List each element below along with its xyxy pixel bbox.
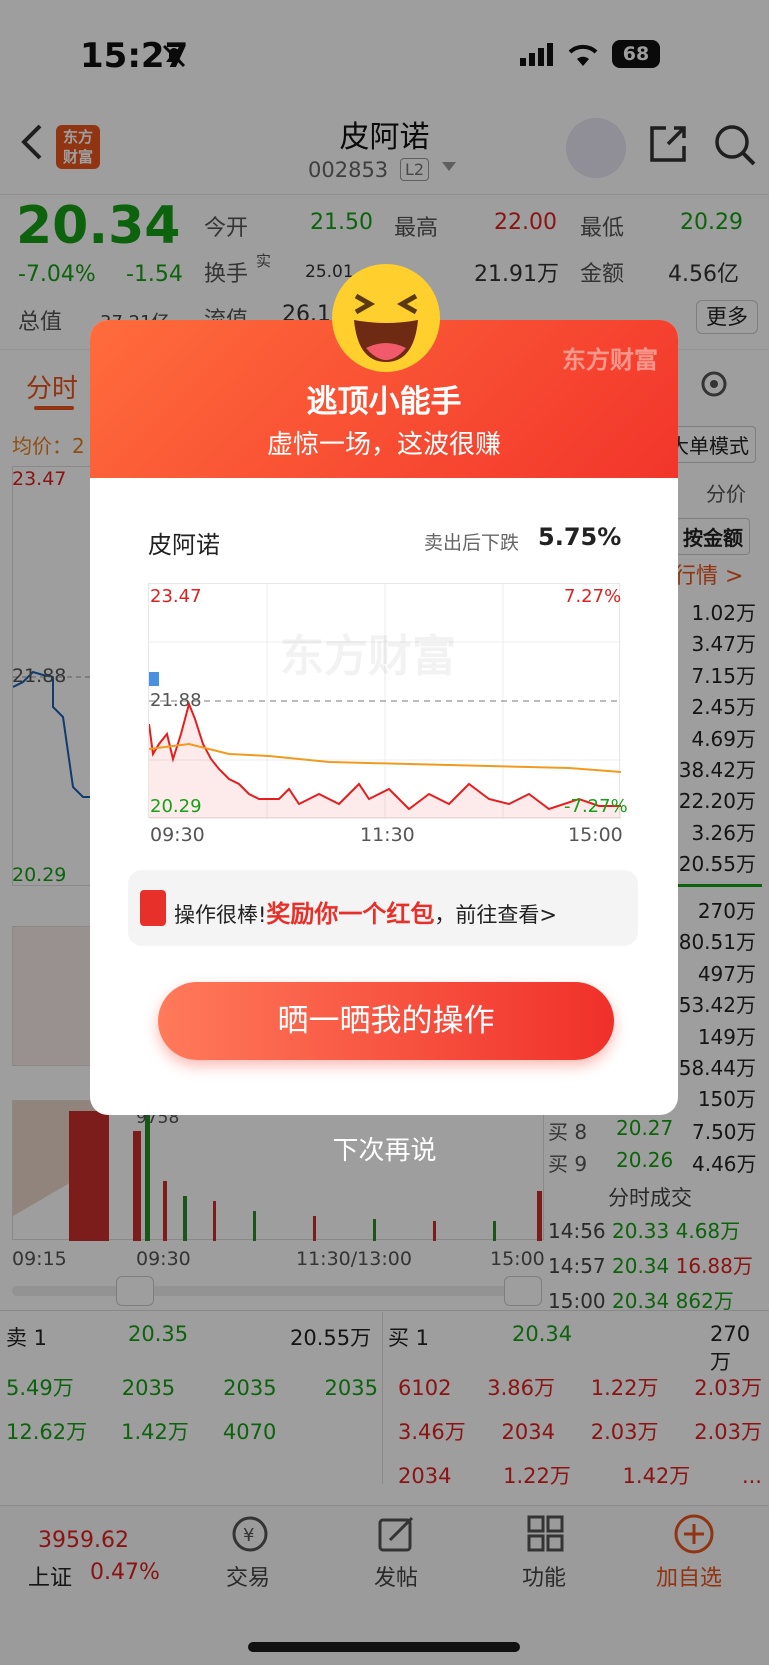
mini-top-left: 23.47 bbox=[150, 586, 202, 607]
mini-x-1130: 11:30 bbox=[360, 824, 415, 846]
laughing-emoji-icon bbox=[332, 264, 440, 372]
mini-top-right: 7.27% bbox=[564, 586, 622, 607]
reward-banner[interactable]: 操作很棒!奖励你一个红包，前往查看> bbox=[128, 870, 638, 946]
red-envelope-icon bbox=[140, 890, 166, 926]
drop-label: 卖出后下跌 bbox=[424, 532, 520, 554]
brand-watermark: 东方财富 bbox=[562, 346, 658, 374]
share-operation-button[interactable]: 晒一晒我的操作 bbox=[158, 982, 614, 1060]
mini-bottom-left: 20.29 bbox=[150, 796, 202, 817]
reward-modal: 东方财富 逃顶小能手 虚惊一场，这波很赚 皮阿诺 卖出后下跌 5.75% 东方财… bbox=[90, 320, 678, 1115]
modal-stock-name: 皮阿诺 bbox=[148, 531, 220, 559]
mini-mid: 21.88 bbox=[150, 690, 202, 711]
home-indicator bbox=[248, 1642, 520, 1652]
mini-price-chart bbox=[148, 583, 621, 819]
reward-text: 操作很棒!奖励你一个红包，前往查看> bbox=[174, 900, 558, 928]
drop-value: 5.75% bbox=[538, 523, 622, 551]
mini-x-0930: 09:30 bbox=[150, 824, 205, 846]
modal-title: 逃顶小能手 bbox=[306, 384, 462, 420]
later-button[interactable]: 下次再说 bbox=[0, 1130, 769, 1167]
modal-subtitle: 虚惊一场，这波很赚 bbox=[266, 430, 501, 460]
mini-x-1500: 15:00 bbox=[568, 824, 623, 846]
mini-bottom-right: -7.27% bbox=[564, 796, 628, 817]
chart-watermark: 东方财富 bbox=[280, 631, 456, 682]
